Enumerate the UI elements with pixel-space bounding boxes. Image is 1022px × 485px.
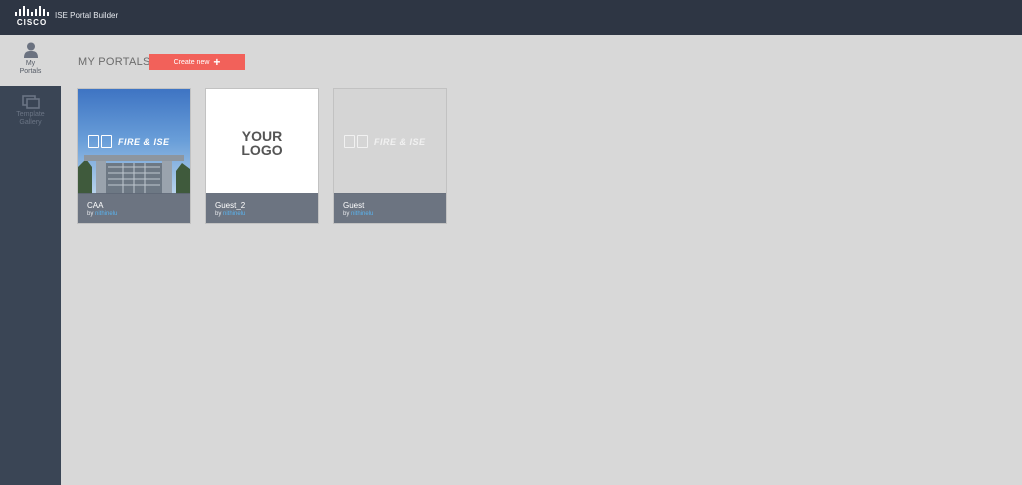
gallery-icon — [21, 95, 40, 109]
by-prefix: by — [215, 211, 222, 217]
sidebar: My Portals Template Gallery — [0, 35, 61, 485]
app-title: ISE Portal Builder — [55, 11, 119, 20]
author-link[interactable]: nithinelu — [95, 211, 117, 217]
flame-icon — [88, 135, 99, 148]
author-link[interactable]: nithinelu — [223, 211, 245, 217]
cisco-logo[interactable]: CISCO — [14, 6, 50, 28]
portal-name: Guest_2 — [215, 201, 246, 210]
portal-thumbnail: YOUR LOGO — [206, 89, 318, 194]
portal-byline: by nithinelu — [87, 211, 117, 217]
author-link[interactable]: nithinelu — [351, 211, 373, 217]
your-logo-placeholder: YOUR LOGO — [241, 128, 283, 158]
cisco-bars-icon — [15, 6, 49, 16]
portal-thumbnail: FIRE & ISE — [78, 89, 190, 194]
user-icon — [23, 42, 38, 58]
top-bar: CISCO ISE Portal Builder — [0, 0, 1022, 35]
portal-byline: by nithinelu — [215, 211, 245, 217]
sidebar-item-my-portals[interactable]: My Portals — [0, 35, 61, 86]
bulb-icon — [357, 135, 368, 148]
brand-text: FIRE & ISE — [118, 136, 170, 147]
portal-card-footer: CAA by nithinelu — [78, 193, 190, 223]
brand-icons — [88, 135, 112, 148]
by-prefix: by — [343, 211, 350, 217]
page-title: MY PORTALS — [78, 56, 151, 68]
plus-icon: + — [213, 55, 221, 69]
portal-name: CAA — [87, 201, 104, 210]
fire-ise-brand: FIRE & ISE — [88, 135, 170, 148]
portal-thumbnail: FIRE & ISE — [334, 89, 446, 194]
brand-text: FIRE & ISE — [374, 136, 426, 147]
create-new-label: Create new — [173, 58, 210, 66]
sidebar-item-template-gallery[interactable]: Template Gallery — [0, 88, 61, 138]
portal-card-footer: Guest by nithinelu — [334, 193, 446, 223]
brand-icons — [344, 135, 368, 148]
create-new-button[interactable]: Create new + — [149, 54, 245, 70]
portal-name: Guest — [343, 201, 365, 210]
flame-icon — [344, 135, 355, 148]
by-prefix: by — [87, 211, 94, 217]
portal-card-caa[interactable]: FIRE & ISE CAA by nithinelu — [77, 88, 191, 224]
portal-card-guest[interactable]: FIRE & ISE Guest by nithinelu — [333, 88, 447, 224]
sidebar-item-label: Template Gallery — [16, 111, 45, 126]
portal-card-guest-2[interactable]: YOUR LOGO Guest_2 by nithinelu — [205, 88, 319, 224]
portal-card-footer: Guest_2 by nithinelu — [206, 193, 318, 223]
cisco-wordmark: CISCO — [16, 18, 48, 27]
bulb-icon — [101, 135, 112, 148]
portal-byline: by nithinelu — [343, 211, 373, 217]
sidebar-item-label: My Portals — [19, 60, 42, 75]
fire-ise-brand: FIRE & ISE — [344, 135, 426, 148]
